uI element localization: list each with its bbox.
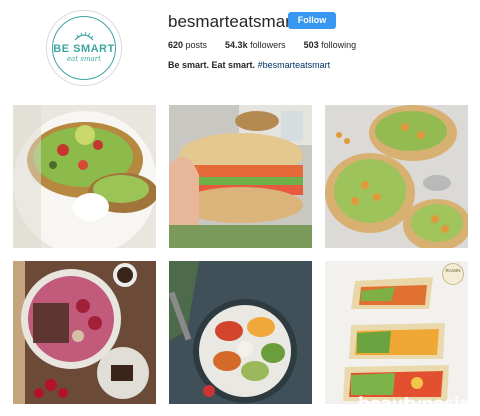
brand-badge: RAISIN bbox=[442, 263, 464, 285]
posts-count: 620 bbox=[168, 40, 184, 50]
buddha-bowl-image bbox=[169, 261, 312, 404]
leaf-icon bbox=[74, 32, 94, 41]
profile-avatar[interactable]: BE SMART eat smart bbox=[46, 10, 122, 86]
following-count: 503 bbox=[303, 40, 319, 50]
avocado-toast-image bbox=[13, 105, 156, 248]
posts-label: posts bbox=[183, 40, 208, 50]
watermark: beautynesia bbox=[357, 394, 471, 414]
logo-title: BE SMART bbox=[53, 43, 115, 55]
following-stat[interactable]: 503 following bbox=[304, 40, 357, 50]
follow-button[interactable]: Follow bbox=[288, 12, 336, 29]
post-tile-1[interactable] bbox=[13, 105, 156, 248]
post-tile-5[interactable] bbox=[169, 261, 312, 404]
post-tile-4[interactable] bbox=[13, 261, 156, 404]
followers-count: 54.3k bbox=[225, 40, 248, 50]
post-tile-2[interactable] bbox=[169, 105, 312, 248]
followers-label: followers bbox=[247, 40, 286, 50]
username: besmarteatsmart bbox=[168, 12, 296, 31]
post-tile-3[interactable] bbox=[325, 105, 468, 248]
bio-hashtag[interactable]: #besmarteatsmart bbox=[258, 60, 331, 70]
logo-circle: BE SMART eat smart bbox=[52, 16, 116, 80]
posts-stat[interactable]: 620 posts bbox=[168, 40, 207, 50]
sandwich-image bbox=[169, 105, 312, 248]
following-label: following bbox=[318, 40, 357, 50]
smoothie-bowl-image bbox=[13, 261, 156, 404]
profile-stats: 620 posts 54.3k followers 503 following bbox=[168, 40, 374, 50]
followers-stat[interactable]: 54.3k followers bbox=[225, 40, 286, 50]
profile-bio: Be smart. Eat smart. #besmarteatsmart bbox=[168, 60, 330, 70]
chickpea-flatbread-image bbox=[325, 105, 468, 248]
logo-subtitle: eat smart bbox=[67, 55, 101, 63]
bio-text: Be smart. Eat smart. bbox=[168, 60, 256, 70]
